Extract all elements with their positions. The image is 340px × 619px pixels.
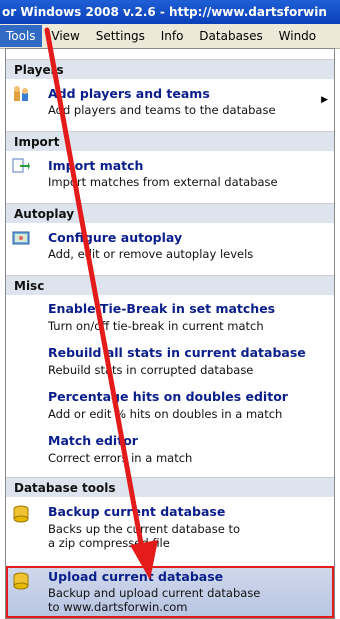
add-players-title: Add players and teams [48,86,210,101]
section-database-tools: Database tools [6,477,334,497]
menu-databases[interactable]: Databases [193,25,269,47]
upload-database-desc-line2: to www.dartsforwin.com [48,600,188,614]
menu-item-percentage-hits[interactable]: Percentage hits on doubles editor Add or… [6,387,334,427]
match-editor-title: Match editor [48,433,138,448]
backup-database-title: Backup current database [48,504,226,519]
window-title: or Windows 2008 v.2.6 - http://www.darts… [0,0,340,24]
tie-break-title: Enable Tie-Break in set matches [48,301,276,316]
configure-autoplay-title: Configure autoplay [48,230,183,245]
import-match-title: Import match [48,158,144,173]
section-import: Import [6,131,334,151]
tools-dropdown-menu: Players Add players and teams Add player… [5,48,335,619]
percentage-hits-title: Percentage hits on doubles editor [48,389,288,404]
rebuild-stats-desc: Rebuild stats in corrupted database [48,363,254,377]
backup-database-desc-line1: Backs up the current database to [48,522,240,536]
import-match-desc: Import matches from external database [48,175,278,189]
section-players: Players [6,59,334,79]
menu-bar: Tools View Settings Info Databases Windo [0,24,340,49]
tie-break-desc: Turn on/off tie-break in current match [48,319,264,333]
section-autoplay: Autoplay [6,203,334,223]
section-misc: Misc [6,275,334,295]
menu-settings[interactable]: Settings [90,25,151,47]
rebuild-stats-title: Rebuild all stats in current database [48,345,306,360]
database-icon [13,505,29,523]
menu-item-match-editor[interactable]: Match editor Correct errors in a match [6,431,334,471]
upload-database-desc-line1: Backup and upload current database [48,586,261,600]
database-upload-icon [13,572,29,590]
match-editor-desc: Correct errors in a match [48,451,193,465]
percentage-hits-desc: Add or edit % hits on doubles in a match [48,407,283,421]
menu-item-backup-database[interactable]: Backup current database Backs up the cur… [6,501,334,561]
menu-windows[interactable]: Windo [273,25,323,47]
import-icon [12,158,30,173]
backup-database-desc-line2: a zip compressed file [48,536,170,550]
add-players-desc: Add players and teams to the database [48,103,276,117]
menu-item-tie-break[interactable]: Enable Tie-Break in set matches Turn on/… [6,299,334,339]
submenu-arrow-icon: ▶ [321,95,328,105]
menu-item-configure-autoplay[interactable]: Configure autoplay Add, edit or remove a… [6,225,334,267]
menu-item-upload-database[interactable]: Upload current database Backup and uploa… [6,566,334,618]
menu-info[interactable]: Info [155,25,190,47]
menu-item-add-players[interactable]: Add players and teams Add players and te… [6,81,334,123]
menu-tools[interactable]: Tools [0,25,42,47]
menu-view[interactable]: View [45,25,85,47]
users-icon [14,86,28,101]
autoplay-icon [12,231,30,245]
configure-autoplay-desc: Add, edit or remove autoplay levels [48,247,254,261]
menu-item-import-match[interactable]: Import match Import matches from externa… [6,153,334,195]
menu-item-rebuild-stats[interactable]: Rebuild all stats in current database Re… [6,343,334,383]
upload-database-title: Upload current database [48,569,224,584]
